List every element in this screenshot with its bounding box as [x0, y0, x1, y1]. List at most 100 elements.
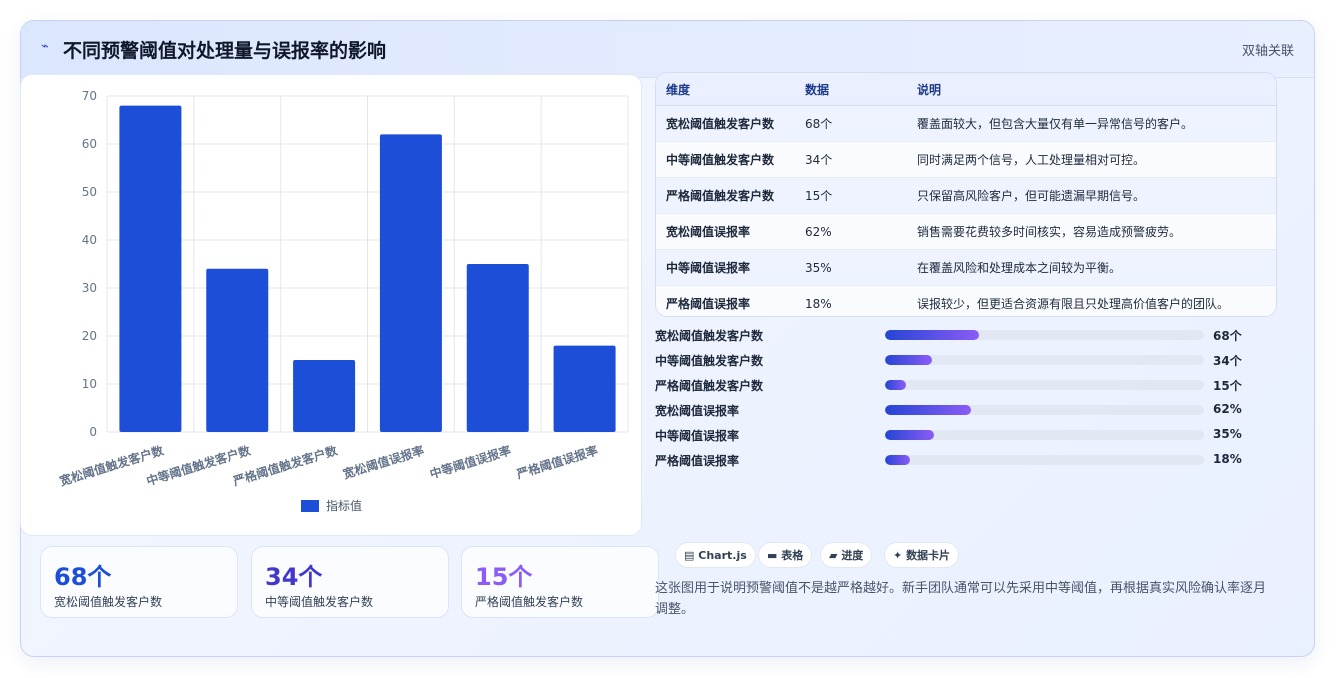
bar	[466, 264, 529, 432]
progress-fill	[885, 355, 932, 365]
sparkle-icon: ✦	[893, 549, 903, 562]
table-cell-value: 35%	[805, 249, 917, 286]
tag-label: 数据卡片	[906, 549, 951, 562]
progress-value: 18%	[1213, 452, 1242, 466]
table-cell-description: 只保留高风险客户，但可能遗漏早期信号。	[917, 177, 1276, 214]
progress-track	[885, 380, 1204, 390]
column-header: 说明	[917, 73, 1276, 106]
page-title: 不同预警阈值对处理量与误报率的影响	[63, 40, 387, 62]
chart-icon: ▤	[684, 549, 695, 562]
progress-track	[885, 355, 1204, 365]
progress-fill	[885, 405, 972, 415]
data-table-panel: 维度 数据 说明 宽松阈值触发客户数 68个 覆盖面较大，但包含大量仅有单一异常…	[655, 72, 1277, 317]
progress-fill	[885, 330, 980, 340]
table-cell-value: 34个	[805, 141, 917, 178]
bar	[293, 360, 356, 432]
legend-label: 指标值	[326, 498, 362, 513]
table-cell-dimension: 中等阈值误报率	[656, 249, 805, 286]
data-table: 维度 数据 说明 宽松阈值触发客户数 68个 覆盖面较大，但包含大量仅有单一异常…	[656, 73, 1276, 316]
progress-label: 宽松阈值误报率	[655, 404, 740, 418]
y-tick-label: 0	[89, 425, 97, 439]
table-row: 严格阈值触发客户数 15个 只保留高风险客户，但可能遗漏早期信号。	[656, 177, 1276, 214]
table-row: 中等阈值误报率 35% 在覆盖风险和处理成本之间较为平衡。	[656, 249, 1276, 286]
stat-label: 中等阈值触发客户数	[265, 595, 374, 609]
table-cell-dimension: 宽松阈值误报率	[656, 213, 805, 250]
progress-track	[885, 330, 1204, 340]
table-cell-description: 销售需要花费较多时间核实，容易造成预警疲劳。	[917, 213, 1276, 250]
x-tick-label: 严格阈值误报率	[514, 443, 600, 482]
stat-value: 68个	[54, 563, 112, 591]
table-icon: ▬	[767, 549, 778, 562]
tag-label: 进度	[841, 549, 864, 562]
progress-label: 宽松阈值触发客户数	[655, 329, 764, 343]
stat-card: 34个 中等阈值触发客户数	[251, 546, 449, 618]
bar-chart: 010203040506070宽松阈值触发客户数中等阈值触发客户数严格阈值触发客…	[57, 89, 629, 513]
table-cell-value: 18%	[805, 285, 917, 316]
progress-row: 严格阈值误报率 18%	[655, 452, 1275, 477]
stat-value: 34个	[265, 563, 323, 591]
bar	[553, 345, 616, 432]
tag-table[interactable]: ▬ 表格	[758, 542, 813, 568]
column-header: 数据	[805, 73, 917, 106]
tag-progress[interactable]: ▰ 进度	[820, 542, 873, 568]
table-cell-description: 误报较少，但更适合资源有限且只处理高价值客户的团队。	[917, 285, 1276, 316]
progress-value: 15个	[1213, 379, 1242, 393]
stat-value: 15个	[475, 563, 533, 591]
table-cell-description: 在覆盖风险和处理成本之间较为平衡。	[917, 249, 1276, 286]
progress-row: 宽松阈值误报率 62%	[655, 402, 1275, 427]
table-header-row: 维度 数据 说明	[656, 73, 1276, 106]
tag-chartjs[interactable]: ▤ Chart.js	[675, 542, 756, 568]
y-tick-label: 30	[82, 281, 97, 295]
bar-chart-panel: 0 10 20 30 40 50 60 70 宽松阈值触发客户数 中等阈值触发客户数 严格阈值触发客…	[20, 74, 642, 536]
table-cell-value: 68个	[805, 105, 917, 142]
dual-axis-badge: 双轴关联	[1241, 44, 1294, 59]
y-tick-label: 10	[82, 377, 97, 391]
card-header: ⌁ 不同预警阈值对处理量与误报率的影响 双轴关联	[21, 21, 1314, 78]
stat-label: 严格阈值触发客户数	[475, 595, 584, 609]
progress-row: 宽松阈值触发客户数 68个	[655, 327, 1275, 352]
table-row: 宽松阈值误报率 62% 销售需要花费较多时间核实，容易造成预警疲劳。	[656, 213, 1276, 250]
stat-card: 15个 严格阈值触发客户数	[461, 546, 659, 618]
progress-value: 68个	[1213, 329, 1242, 343]
progress-fill	[885, 455, 911, 465]
y-tick-label: 40	[82, 233, 97, 247]
column-header: 维度	[656, 73, 805, 106]
bar	[379, 134, 442, 432]
x-tick-label: 中等阈值误报率	[428, 443, 513, 482]
stat-card: 68个 宽松阈值触发客户数	[40, 546, 238, 618]
wave-icon: ⌁	[41, 39, 49, 54]
table-cell-dimension: 严格阈值触发客户数	[656, 177, 805, 214]
y-tick-label: 70	[82, 89, 97, 103]
y-tick-label: 50	[82, 185, 97, 199]
progress-row: 中等阈值误报率 35%	[655, 427, 1275, 452]
progress-fill	[885, 430, 935, 440]
x-tick-label: 宽松阈值误报率	[340, 443, 426, 482]
table-cell-description: 覆盖面较大，但包含大量仅有单一异常信号的客户。	[917, 105, 1276, 142]
table-cell-description: 同时满足两个信号，人工处理量相对可控。	[917, 141, 1276, 178]
table-cell-dimension: 中等阈值触发客户数	[656, 141, 805, 178]
tag-data-card[interactable]: ✦ 数据卡片	[884, 542, 960, 568]
progress-label: 严格阈值误报率	[655, 454, 740, 468]
table-cell-dimension: 宽松阈值触发客户数	[656, 105, 805, 142]
stat-label: 宽松阈值触发客户数	[54, 595, 163, 609]
table-cell-value: 15个	[805, 177, 917, 214]
table-row: 宽松阈值触发客户数 68个 覆盖面较大，但包含大量仅有单一异常信号的客户。	[656, 105, 1276, 142]
progress-list: 宽松阈值触发客户数 68个 中等阈值触发客户数 34个 严格阈值触发客户数 15…	[655, 327, 1275, 477]
legend-swatch	[301, 500, 319, 512]
bar	[119, 105, 182, 432]
y-tick-label: 20	[82, 329, 97, 343]
table-cell-value: 62%	[805, 213, 917, 250]
progress-track	[885, 405, 1204, 415]
tag-label: 表格	[781, 549, 804, 562]
progress-label: 中等阈值触发客户数	[655, 354, 764, 368]
table-row: 中等阈值触发客户数 34个 同时满足两个信号，人工处理量相对可控。	[656, 141, 1276, 178]
tag-label: Chart.js	[698, 549, 747, 562]
explanation-note: 这张图用于说明预警阈值不是越严格越好。新手团队通常可以先采用中等阈值，再根据真实…	[655, 581, 1267, 617]
y-tick-label: 60	[82, 137, 97, 151]
progress-row: 中等阈值触发客户数 34个	[655, 352, 1275, 377]
progress-value: 34个	[1213, 354, 1242, 368]
progress-icon: ▰	[829, 549, 838, 562]
progress-fill	[885, 380, 907, 390]
progress-label: 严格阈值触发客户数	[655, 379, 764, 393]
progress-row: 严格阈值触发客户数 15个	[655, 377, 1275, 402]
